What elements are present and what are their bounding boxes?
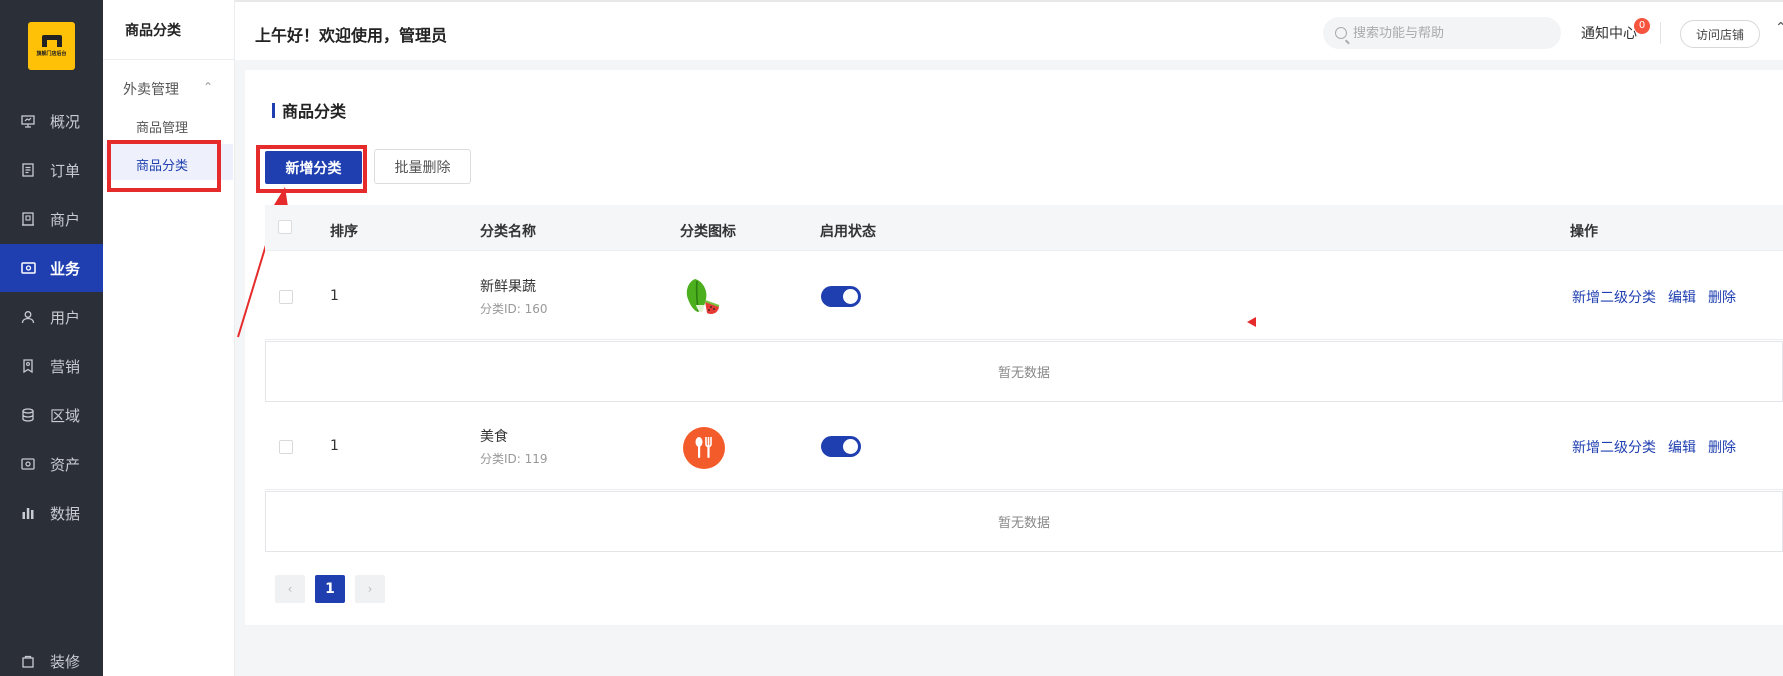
page-title: 商品分类 [272, 98, 346, 122]
visit-store-button[interactable]: 访问店铺 [1680, 20, 1760, 48]
column-enabled-status: 启用状态 [820, 224, 876, 240]
nav-label-marketing: 营销 [50, 357, 81, 376]
empty-subcategory-row: 暂无数据 [265, 341, 1783, 402]
table-row: 1 新鲜果蔬 分类ID: 160 新增二级分类 编辑 删除 [265, 252, 1783, 340]
logo-text: 旗舰门店后台 [36, 51, 67, 57]
nav-item-merchants[interactable]: 商户 [0, 195, 103, 243]
row-actions: 新增二级分类 编辑 删除 [1572, 437, 1748, 457]
nav-item-region[interactable]: 区域 [0, 391, 103, 439]
delete-link[interactable]: 删除 [1708, 440, 1736, 456]
asset-icon [20, 456, 36, 472]
column-actions: 操作 [1570, 224, 1598, 240]
select-all-checkbox[interactable] [278, 220, 292, 234]
vegetable-icon [686, 279, 720, 315]
chevron-up-icon[interactable]: ⌃ [203, 80, 213, 94]
page-title-text: 商品分类 [282, 102, 347, 121]
table-header: 排序 分类名称 分类图标 启用状态 操作 [265, 205, 1783, 251]
bag-icon [20, 653, 36, 669]
row-category-name: 美食 [480, 429, 508, 445]
row-category-name: 新鲜果蔬 [480, 279, 536, 295]
batch-delete-button[interactable]: 批量删除 [374, 149, 471, 184]
notification-count-badge: 0 [1634, 18, 1650, 34]
row-sort-value: 1 [330, 288, 339, 304]
annotation-pointer [1247, 317, 1256, 327]
nav-label-region: 区域 [50, 406, 81, 425]
delete-link[interactable]: 删除 [1708, 290, 1736, 306]
subnav-group-takeout[interactable]: 外卖管理 [123, 79, 179, 99]
secondary-sidebar: 商品分类 外卖管理 ⌃ 商品管理 商品分类 [103, 0, 235, 676]
nav-label-orders: 订单 [50, 161, 81, 180]
nav-label-business: 业务 [50, 259, 81, 278]
nav-item-assets[interactable]: 资产 [0, 440, 103, 488]
add-subcategory-link[interactable]: 新增二级分类 [1572, 290, 1656, 306]
bar-chart-icon [20, 505, 36, 521]
nav-item-overview[interactable]: 概况 [0, 97, 103, 145]
search-icon [1335, 27, 1347, 39]
nav-item-business[interactable]: 业务 [0, 244, 103, 292]
nav-item-decoration[interactable]: 装修 [0, 637, 103, 676]
app-root: 旗舰门店后台 概况 订单 商户 业务 用户 营销 区域 资产 数据 装修 商品分… [0, 0, 1783, 676]
table-row: 1 美食 分类ID: 119 新增二级分类 编辑 删除 [265, 402, 1783, 490]
nav-item-data[interactable]: 数据 [0, 489, 103, 537]
utensils-icon [683, 427, 725, 469]
subnav-item-products[interactable]: 商品管理 [136, 117, 188, 136]
shop-icon [41, 35, 62, 47]
user-icon [20, 309, 36, 325]
row-checkbox[interactable] [279, 290, 293, 304]
row-actions: 新增二级分类 编辑 删除 [1572, 287, 1748, 307]
main-sidebar: 旗舰门店后台 概况 订单 商户 业务 用户 营销 区域 资产 数据 装修 [0, 0, 103, 676]
document-icon [20, 162, 36, 178]
store-logo[interactable]: 旗舰门店后台 [28, 22, 75, 70]
chevron-up-icon[interactable]: ⌃ [1775, 20, 1783, 36]
highlight-box-subnav [107, 140, 221, 192]
presentation-icon [20, 113, 36, 129]
greeting-text: 上午好！欢迎使用，管理员 [255, 26, 448, 45]
column-category-name: 分类名称 [480, 224, 536, 240]
nav-item-users[interactable]: 用户 [0, 293, 103, 341]
tag-icon [20, 358, 36, 374]
building-icon [20, 211, 36, 227]
pagination-prev-button[interactable]: ‹ [275, 575, 305, 603]
top-header: 上午好！欢迎使用，管理员 通知中心 0 访问店铺 ⌃ [235, 0, 1783, 60]
notification-center-link[interactable]: 通知中心 [1581, 23, 1637, 43]
nav-label-decoration: 装修 [50, 652, 81, 671]
database-icon [20, 407, 36, 423]
nav-item-marketing[interactable]: 营销 [0, 342, 103, 390]
wallet-icon [20, 260, 36, 276]
add-subcategory-link[interactable]: 新增二级分类 [1572, 440, 1656, 456]
edit-link[interactable]: 编辑 [1668, 440, 1696, 456]
row-category-id: 分类ID: 119 [480, 452, 548, 466]
empty-subcategory-row: 暂无数据 [265, 491, 1783, 552]
header-divider [1660, 22, 1661, 44]
title-accent-bar [272, 102, 275, 118]
nav-item-orders[interactable]: 订单 [0, 146, 103, 194]
column-category-icon: 分类图标 [680, 224, 736, 240]
nav-label-assets: 资产 [50, 455, 81, 474]
search-box[interactable] [1323, 17, 1561, 49]
enabled-toggle[interactable] [821, 286, 861, 307]
nav-label-data: 数据 [50, 504, 81, 523]
subnav-title: 商品分类 [103, 0, 234, 60]
pagination-next-button[interactable]: › [355, 575, 385, 603]
row-sort-value: 1 [330, 438, 339, 454]
search-input[interactable] [1353, 25, 1553, 41]
edit-link[interactable]: 编辑 [1668, 290, 1696, 306]
nav-label-overview: 概况 [50, 112, 81, 131]
nav-label-merchants: 商户 [50, 210, 81, 229]
row-category-id: 分类ID: 160 [480, 302, 548, 316]
pagination-page-1[interactable]: 1 [315, 575, 345, 603]
row-checkbox[interactable] [279, 440, 293, 454]
enabled-toggle[interactable] [821, 436, 861, 457]
nav-label-users: 用户 [50, 308, 81, 327]
column-sort: 排序 [330, 224, 358, 240]
